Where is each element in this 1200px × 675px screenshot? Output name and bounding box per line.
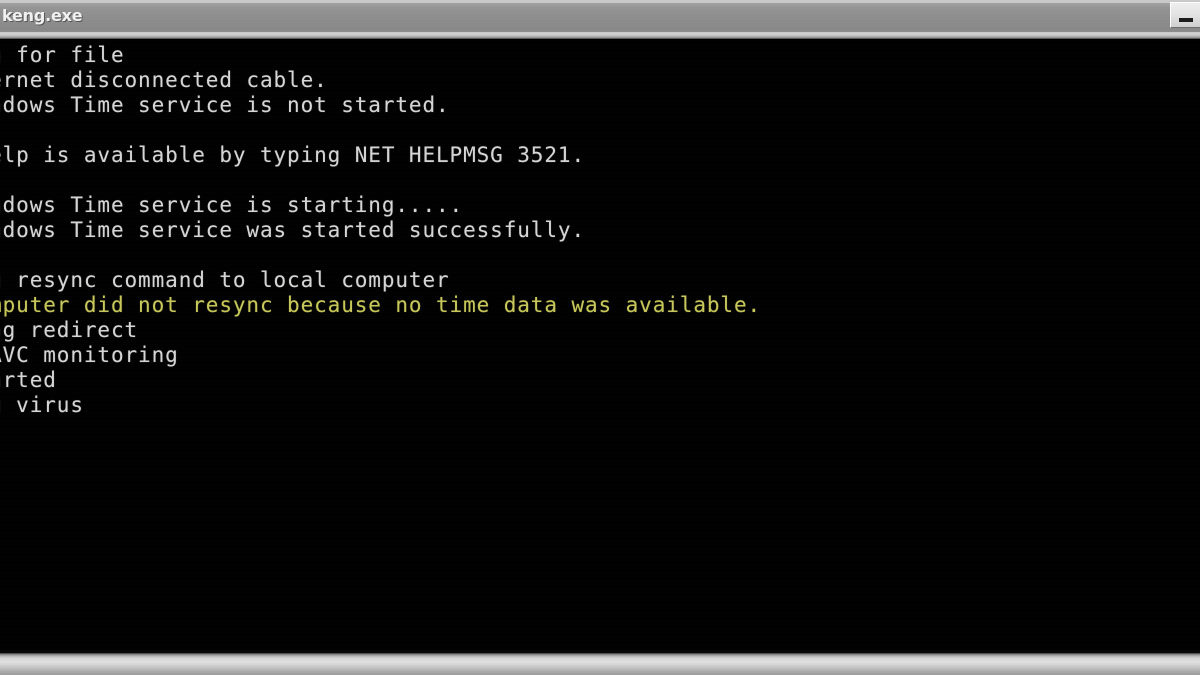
console-line: Windows Time service was started success… bbox=[0, 218, 585, 242]
window-title: keng.exe bbox=[2, 6, 83, 25]
console-line: Windows Time service is starting..... bbox=[0, 193, 464, 217]
console-line: help is available by typing NET HELPMSG … bbox=[0, 143, 585, 167]
console-line: : AVC monitoring bbox=[0, 343, 179, 367]
window-titlebar[interactable]: keng.exe bbox=[0, 0, 1200, 32]
console-line: ing virus bbox=[0, 393, 84, 417]
minimize-button[interactable] bbox=[1170, 2, 1200, 28]
window-controls bbox=[1170, 2, 1200, 28]
console-line: ing resync command to local computer bbox=[0, 268, 450, 292]
console-line: ing for file bbox=[0, 43, 125, 67]
console-output-area[interactable]: ing for file thernet disconnected cable.… bbox=[0, 39, 1200, 653]
console-line: Started bbox=[0, 368, 57, 392]
window-bottom-frame bbox=[0, 653, 1200, 675]
console-line-warning: computer did not resync because no time … bbox=[0, 293, 762, 317]
titlebar-bevel bbox=[0, 32, 1200, 39]
titlebar-highlight bbox=[0, 0, 1200, 3]
console-text-buffer: ing for file thernet disconnected cable.… bbox=[0, 43, 1200, 418]
console-line: thernet disconnected cable. bbox=[0, 68, 328, 92]
console-line: Windows Time service is not started. bbox=[0, 93, 450, 117]
console-window-screenshot: keng.exe ing for file thernet disconnect… bbox=[0, 0, 1200, 675]
minimize-icon bbox=[1179, 18, 1193, 22]
console-line: king redirect bbox=[0, 318, 139, 342]
